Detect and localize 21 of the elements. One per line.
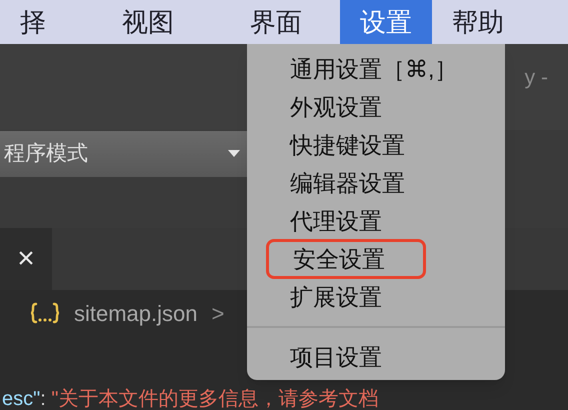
menu-bar-item[interactable]: 设置 [340,0,432,44]
menu-item[interactable]: 代理设置 [266,201,390,241]
menu-bar-item[interactable]: 视图 [84,0,212,44]
editor-tab[interactable]: × [0,228,52,290]
menu-bar-item[interactable]: 界面 [212,0,340,44]
menu-bar-item[interactable]: 择 [0,0,84,44]
breadcrumb-file[interactable]: sitemap.json [74,296,198,330]
menu-item[interactable]: 快捷键设置 [266,125,413,165]
window-title: y - [524,65,548,91]
json-braces-icon [30,302,60,324]
breadcrumb-separator: > [212,300,224,328]
menu-item[interactable]: 扩展设置 [266,277,390,317]
menu-item[interactable]: 编辑器设置 [266,163,413,203]
menu-item[interactable]: 通用设置［⌘,］ [266,49,466,89]
dropdown-caret-icon [228,150,240,158]
menu-item[interactable]: 项目设置 [266,337,390,377]
menu-bar-item[interactable]: 帮助 [432,0,524,44]
code-line: esc": "关于本文件的更多信息，请参考文档 [2,388,378,410]
close-icon[interactable]: × [17,244,35,274]
menu-item[interactable]: 外观设置 [266,87,390,127]
menu-item[interactable]: 安全设置 [266,239,426,279]
